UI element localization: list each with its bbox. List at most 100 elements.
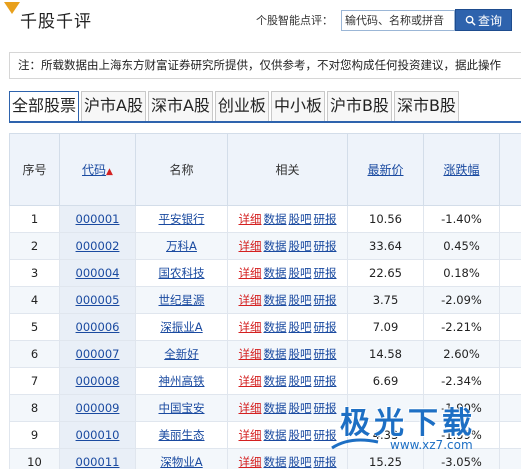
row-code-cell: 000002 (59, 232, 136, 260)
table-header-row: 序号 代码▲ 名称 相关 最新价 涨跌幅 (9, 133, 521, 206)
detail-link[interactable]: 详细 (239, 455, 262, 469)
stock-name-link[interactable]: 美丽生态 (159, 428, 205, 442)
research-link[interactable]: 研报 (314, 401, 337, 415)
forum-link[interactable]: 股吧 (289, 293, 312, 307)
data-link[interactable]: 数据 (264, 212, 287, 226)
search-label: 个股智能点评： (256, 14, 333, 27)
data-link[interactable]: 数据 (264, 266, 287, 280)
tab-1[interactable]: 沪市A股 (81, 91, 146, 121)
research-link[interactable]: 研报 (314, 239, 337, 253)
stock-code-link[interactable]: 000010 (76, 428, 120, 442)
detail-link[interactable]: 详细 (239, 374, 262, 388)
tab-4[interactable]: 中小板 (270, 91, 325, 121)
tab-0[interactable]: 全部股票 (9, 91, 80, 121)
data-link[interactable]: 数据 (264, 239, 287, 253)
stock-name-link[interactable]: 平安银行 (159, 212, 205, 226)
stock-code-link[interactable]: 000006 (76, 320, 120, 334)
stock-code-link[interactable]: 000004 (76, 266, 120, 280)
stock-name-link[interactable]: 国农科技 (159, 266, 205, 280)
sort-by-price[interactable]: 最新价 (367, 163, 403, 177)
data-link[interactable]: 数据 (264, 428, 287, 442)
stock-name-link[interactable]: 深振业A (160, 320, 202, 334)
row-name-cell: 全新好 (135, 340, 228, 368)
data-link[interactable]: 数据 (264, 293, 287, 307)
forum-link[interactable]: 股吧 (289, 239, 312, 253)
stock-name-link[interactable]: 全新好 (164, 347, 199, 361)
detail-link[interactable]: 详细 (239, 212, 262, 226)
tab-6[interactable]: 深市B股 (393, 91, 459, 121)
forum-link[interactable]: 股吧 (289, 266, 312, 280)
detail-link[interactable]: 详细 (239, 347, 262, 361)
search-button[interactable]: 查询 (455, 9, 512, 31)
row-price: 3.75 (347, 286, 424, 314)
search-input[interactable] (341, 10, 455, 31)
stock-code-link[interactable]: 000007 (76, 347, 120, 361)
research-link[interactable]: 研报 (314, 374, 337, 388)
forum-link[interactable]: 股吧 (289, 428, 312, 442)
stock-code-link[interactable]: 000011 (76, 455, 120, 469)
row-related-links: 详细 数据 股吧 研报 (227, 286, 348, 314)
stock-name-link[interactable]: 神州高铁 (159, 374, 205, 388)
tab-3[interactable]: 创业板 (214, 91, 269, 121)
forum-link[interactable]: 股吧 (289, 347, 312, 361)
tab-5[interactable]: 沪市B股 (326, 91, 392, 121)
table-row: 6 000007 全新好 详细 数据 股吧 研报 14.58 2.60% (9, 340, 521, 368)
data-link[interactable]: 数据 (264, 455, 287, 469)
sort-by-code[interactable]: 代码 (82, 163, 106, 177)
detail-link[interactable]: 详细 (239, 266, 262, 280)
detail-link[interactable]: 详细 (239, 401, 262, 415)
stock-code-link[interactable]: 000008 (76, 374, 120, 388)
row-name-cell: 美丽生态 (135, 421, 228, 449)
row-related-links: 详细 数据 股吧 研报 (227, 448, 348, 469)
col-change-header[interactable]: 涨跌幅 (423, 133, 500, 206)
research-link[interactable]: 研报 (314, 320, 337, 334)
data-link[interactable]: 数据 (264, 347, 287, 361)
research-link[interactable]: 研报 (314, 212, 337, 226)
research-link[interactable]: 研报 (314, 266, 337, 280)
research-link[interactable]: 研报 (314, 293, 337, 307)
stock-code-link[interactable]: 000009 (76, 401, 120, 415)
row-related-links: 详细 数据 股吧 研报 (227, 313, 348, 341)
col-price-header[interactable]: 最新价 (347, 133, 424, 206)
stock-name-link[interactable]: 中国宝安 (159, 401, 205, 415)
row-seq: 1 (9, 205, 60, 233)
tab-2[interactable]: 深市A股 (147, 91, 213, 121)
row-related-links: 详细 数据 股吧 研报 (227, 394, 348, 422)
forum-link[interactable]: 股吧 (289, 455, 312, 469)
forum-link[interactable]: 股吧 (289, 212, 312, 226)
stock-name-link[interactable]: 世纪星源 (159, 293, 205, 307)
detail-link[interactable]: 详细 (239, 239, 262, 253)
col-code-header[interactable]: 代码▲ (59, 133, 136, 206)
stock-code-link[interactable]: 000002 (76, 239, 120, 253)
search-icon (465, 15, 476, 26)
row-name-cell: 深振业A (135, 313, 228, 341)
forum-link[interactable]: 股吧 (289, 401, 312, 415)
stock-name-link[interactable]: 深物业A (160, 455, 202, 469)
forum-link[interactable]: 股吧 (289, 320, 312, 334)
detail-link[interactable]: 详细 (239, 428, 262, 442)
data-link[interactable]: 数据 (264, 374, 287, 388)
row-code-cell: 000009 (59, 394, 136, 422)
detail-link[interactable]: 详细 (239, 320, 262, 334)
stock-name-link[interactable]: 万科A (166, 239, 197, 253)
forum-link[interactable]: 股吧 (289, 374, 312, 388)
stock-code-link[interactable]: 000005 (76, 293, 120, 307)
data-link[interactable]: 数据 (264, 320, 287, 334)
sort-by-change[interactable]: 涨跌幅 (443, 163, 479, 177)
research-link[interactable]: 研报 (314, 455, 337, 469)
table-row: 3 000004 国农科技 详细 数据 股吧 研报 22.65 0.18% (9, 259, 521, 287)
detail-link[interactable]: 详细 (239, 293, 262, 307)
row-price: 15.25 (347, 448, 424, 469)
table-row: 8 000009 中国宝安 详细 数据 股吧 研报 -1.90% (9, 394, 521, 422)
stock-table: 序号 代码▲ 名称 相关 最新价 涨跌幅 1 000001 平安银行 详细 数据 股吧 研报… (9, 133, 521, 469)
page-header: 千股千评 个股智能点评： 查询 (0, 0, 521, 44)
research-link[interactable]: 研报 (314, 428, 337, 442)
row-related-links: 详细 数据 股吧 研报 (227, 340, 348, 368)
row-seq: 8 (9, 394, 60, 422)
data-link[interactable]: 数据 (264, 401, 287, 415)
research-link[interactable]: 研报 (314, 347, 337, 361)
row-seq: 3 (9, 259, 60, 287)
row-seq: 2 (9, 232, 60, 260)
stock-code-link[interactable]: 000001 (76, 212, 120, 226)
row-code-cell: 000010 (59, 421, 136, 449)
